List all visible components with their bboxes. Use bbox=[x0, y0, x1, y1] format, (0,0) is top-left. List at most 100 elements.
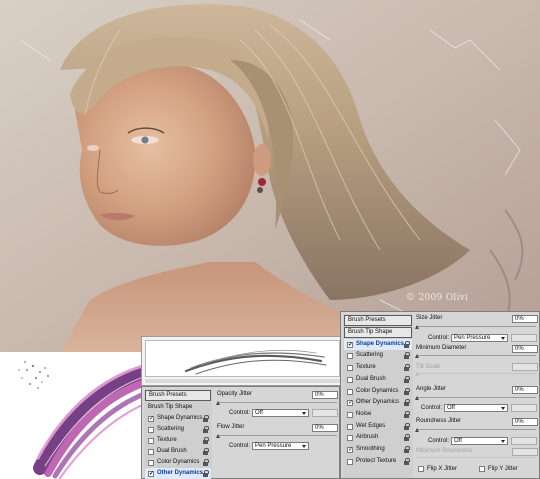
size-jitter-slider-handle[interactable] bbox=[415, 325, 419, 329]
brush-setting-shape-dynamics[interactable]: ✓ Shape Dynamics bbox=[145, 413, 211, 424]
flip-y-jitter-checkbox[interactable] bbox=[479, 466, 485, 472]
lock-icon[interactable] bbox=[203, 415, 209, 422]
brush-setting-label: Texture bbox=[157, 437, 177, 443]
flow-jitter-slider-handle[interactable] bbox=[216, 434, 220, 438]
opacity-jitter-field[interactable]: 0% bbox=[312, 391, 338, 399]
brush-setting-protect-texture[interactable]: Protect Texture bbox=[344, 456, 412, 467]
brush-setting-other-dynamics[interactable]: ✓ Other Dynamics bbox=[145, 468, 211, 479]
brush-setting-label: Shape Dynamics bbox=[157, 415, 203, 421]
flip-y-jitter-label: Flip Y Jitter bbox=[488, 466, 518, 472]
flip-x-jitter-checkbox[interactable] bbox=[418, 466, 424, 472]
lock-icon[interactable] bbox=[404, 434, 410, 442]
lock-icon[interactable] bbox=[404, 446, 410, 453]
lock-icon[interactable] bbox=[203, 459, 209, 466]
flow-jitter-field[interactable]: 0% bbox=[312, 424, 338, 432]
minimum-diameter-field[interactable]: 0% bbox=[512, 345, 538, 353]
chevron-down-icon bbox=[302, 412, 306, 415]
tilt-scale-label: Tilt Scale bbox=[416, 364, 441, 370]
brush-setting-dual-brush[interactable]: Dual Brush bbox=[145, 446, 211, 457]
color-dynamics-checkbox[interactable] bbox=[148, 460, 154, 466]
checkmark-icon[interactable]: ✓ bbox=[347, 447, 353, 453]
opacity-jitter-slider-handle[interactable] bbox=[216, 401, 220, 405]
checkmark-icon[interactable]: ✓ bbox=[148, 471, 154, 477]
lock-icon[interactable] bbox=[404, 352, 410, 360]
brush-setting-brush-tip-shape[interactable]: Brush Tip Shape bbox=[344, 327, 412, 338]
lock-icon[interactable] bbox=[203, 470, 209, 477]
minimum-diameter-slider-track[interactable] bbox=[416, 355, 536, 356]
noise-checkbox[interactable] bbox=[347, 411, 353, 418]
roundness-control-label: Control: bbox=[428, 438, 450, 444]
checkmark-icon[interactable]: ✓ bbox=[148, 416, 154, 422]
brush-setting-other-dynamics[interactable]: ✓ Other Dynamics bbox=[344, 397, 412, 408]
preview-scrollbar[interactable] bbox=[145, 379, 340, 383]
texture-checkbox[interactable] bbox=[347, 365, 353, 372]
size-jitter-field[interactable]: 0% bbox=[512, 315, 538, 323]
brush-presets-tab[interactable]: Brush Presets bbox=[145, 390, 211, 401]
lock-icon[interactable] bbox=[404, 410, 410, 418]
dual-brush-checkbox[interactable] bbox=[347, 376, 353, 383]
flow-control-value: Pen Pressure bbox=[255, 443, 292, 449]
size-control-select[interactable]: Pen Pressure bbox=[451, 334, 508, 342]
brush-setting-texture[interactable]: Texture bbox=[344, 362, 412, 373]
brush-setting-smoothing[interactable]: ✓ Smoothing bbox=[344, 444, 412, 455]
checkmark-icon[interactable]: ✓ bbox=[347, 400, 353, 407]
brush-setting-label: Dual Brush bbox=[157, 448, 187, 454]
angle-control-select[interactable]: Off bbox=[444, 404, 508, 412]
protect-texture-checkbox[interactable] bbox=[347, 458, 353, 465]
brush-setting-label: Wet Edges bbox=[356, 422, 386, 429]
scattering-checkbox[interactable] bbox=[148, 427, 154, 433]
angle-jitter-field[interactable]: 0% bbox=[512, 386, 538, 394]
opacity-control-select[interactable]: Off bbox=[252, 409, 309, 417]
lock-icon[interactable] bbox=[203, 426, 209, 433]
lock-icon[interactable] bbox=[203, 448, 209, 455]
brush-setting-texture[interactable]: Texture bbox=[145, 435, 211, 446]
brush-setting-scattering[interactable]: Scattering bbox=[145, 424, 211, 435]
brush-presets-tab[interactable]: Brush Presets bbox=[344, 315, 412, 326]
brush-setting-wet-edges[interactable]: Wet Edges bbox=[344, 421, 412, 432]
brush-setting-brush-tip-shape[interactable]: Brush Tip Shape bbox=[145, 402, 211, 413]
flow-jitter-label: Flow Jitter bbox=[217, 424, 245, 430]
roundness-control-value: Off bbox=[454, 438, 462, 444]
dual-brush-checkbox[interactable] bbox=[148, 449, 154, 455]
artist-signature: © 2009 Olivi bbox=[406, 293, 469, 303]
brush-setting-dual-brush[interactable]: Dual Brush bbox=[344, 374, 412, 385]
scattering-checkbox[interactable] bbox=[347, 353, 353, 360]
brush-setting-noise[interactable]: Noise bbox=[344, 409, 412, 420]
minimum-roundness-field bbox=[512, 448, 538, 456]
flow-control-select[interactable]: Pen Pressure bbox=[252, 442, 309, 450]
size-control-label: Control: bbox=[428, 335, 450, 341]
angle-jitter-slider-track[interactable] bbox=[416, 397, 536, 398]
brush-setting-scattering[interactable]: Scattering bbox=[344, 350, 412, 361]
size-jitter-slider-track[interactable] bbox=[416, 326, 536, 327]
lock-icon[interactable] bbox=[404, 457, 410, 465]
lock-icon[interactable] bbox=[404, 340, 410, 348]
roundness-control-select[interactable]: Off bbox=[451, 437, 508, 445]
chevron-down-icon bbox=[302, 445, 306, 448]
lock-icon[interactable] bbox=[203, 437, 209, 444]
lock-icon[interactable] bbox=[404, 399, 410, 407]
brush-setting-label: Color Dynamics bbox=[356, 387, 399, 394]
flow-jitter-slider-track[interactable] bbox=[217, 435, 337, 436]
wet-edges-checkbox[interactable] bbox=[347, 423, 353, 430]
artwork-portrait: © 2009 Olivi bbox=[0, 0, 540, 352]
lock-icon[interactable] bbox=[404, 422, 410, 430]
brush-setting-airbrush[interactable]: Airbrush bbox=[344, 432, 412, 443]
brush-setting-shape-dynamics[interactable]: ✓ Shape Dynamics bbox=[344, 338, 412, 350]
flow-control-label: Control: bbox=[229, 443, 251, 449]
lock-icon[interactable] bbox=[404, 375, 410, 383]
lock-icon[interactable] bbox=[404, 364, 410, 372]
minimum-diameter-slider-handle[interactable] bbox=[415, 354, 419, 358]
brush-setting-color-dynamics[interactable]: Color Dynamics bbox=[344, 386, 412, 397]
color-dynamics-checkbox[interactable] bbox=[347, 388, 353, 395]
brush-setting-color-dynamics[interactable]: Color Dynamics bbox=[145, 457, 211, 468]
airbrush-checkbox[interactable] bbox=[347, 435, 353, 442]
roundness-jitter-slider-handle[interactable] bbox=[415, 428, 419, 432]
lock-icon[interactable] bbox=[404, 387, 410, 395]
angle-jitter-slider-handle[interactable] bbox=[415, 396, 419, 400]
checkmark-icon[interactable]: ✓ bbox=[347, 341, 353, 348]
roundness-jitter-slider-track[interactable] bbox=[416, 429, 536, 430]
opacity-jitter-slider-track[interactable] bbox=[217, 402, 337, 403]
opacity-control-label: Control: bbox=[229, 410, 251, 416]
texture-checkbox[interactable] bbox=[148, 438, 154, 444]
roundness-jitter-field[interactable]: 0% bbox=[512, 418, 538, 426]
